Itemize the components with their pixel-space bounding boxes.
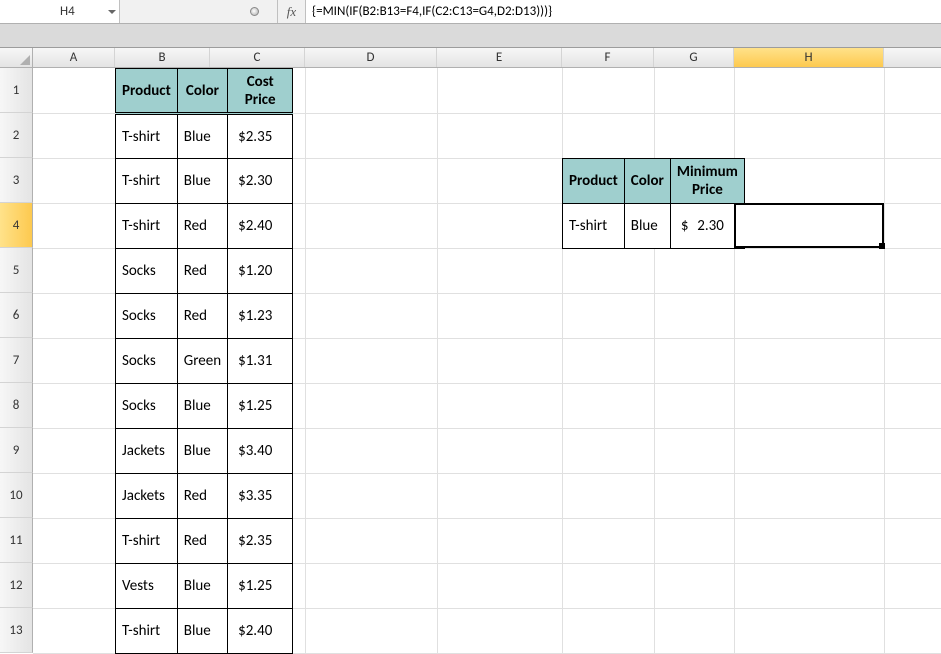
formula-text: {=MIN(IF(B2:B13=F4,IF(C2:C13=G4,D2:D13))…: [312, 4, 552, 19]
row-header-7[interactable]: 7: [0, 338, 33, 383]
main-table-header-row: Product Color Cost Price: [116, 69, 293, 114]
cell-price[interactable]: $3.35: [228, 474, 293, 519]
cell-price[interactable]: $1.25: [228, 384, 293, 429]
ribbon-collapsed-gap: [0, 24, 941, 48]
cell-price[interactable]: $3.40: [228, 429, 293, 474]
record-macro-icon[interactable]: [250, 7, 259, 16]
cell-product[interactable]: Jackets: [116, 474, 178, 519]
main-header-product[interactable]: Product: [116, 69, 178, 114]
cell-product[interactable]: T-shirt: [116, 609, 178, 654]
cell-product[interactable]: Vests: [116, 564, 178, 609]
cell-price[interactable]: $2.40: [228, 609, 293, 654]
col-header-d[interactable]: D: [305, 48, 437, 67]
table-row: T-shirt Blue $2.30: [116, 159, 293, 204]
main-table: Product Color Cost Price T-shirt Blue $2…: [115, 68, 293, 654]
cell-price[interactable]: $1.23: [228, 294, 293, 339]
table-row: Vests Blue $1.25: [116, 564, 293, 609]
main-header-cost[interactable]: Cost Price: [228, 69, 293, 114]
row-header-8[interactable]: 8: [0, 383, 33, 428]
row-header-4[interactable]: 4: [0, 203, 33, 248]
select-all-button[interactable]: [0, 48, 33, 68]
row-header-9[interactable]: 9: [0, 428, 33, 473]
col-header-a[interactable]: A: [33, 48, 115, 67]
cell-product[interactable]: Socks: [116, 384, 178, 429]
col-header-b[interactable]: B: [115, 48, 210, 67]
formula-input[interactable]: {=MIN(IF(B2:B13=F4,IF(C2:C13=G4,D2:D13))…: [306, 0, 941, 23]
cell-product[interactable]: T-shirt: [563, 204, 625, 249]
row-header-10[interactable]: 10: [0, 473, 33, 518]
cell-color[interactable]: Blue: [177, 159, 227, 204]
cell-color[interactable]: Red: [177, 249, 227, 294]
table-row: Socks Green $1.31: [116, 339, 293, 384]
cell-product[interactable]: Jackets: [116, 429, 178, 474]
col-header-g[interactable]: G: [654, 48, 734, 67]
fx-icon: fx: [287, 4, 296, 20]
cell-price[interactable]: $1.20: [228, 249, 293, 294]
lookup-header-product[interactable]: Product: [563, 159, 625, 204]
cell-product[interactable]: T-shirt: [116, 519, 178, 564]
cell-color[interactable]: Blue: [177, 114, 227, 159]
table-row: T-shirt Blue $2.30: [563, 204, 745, 249]
cell-product[interactable]: T-shirt: [116, 114, 178, 159]
cell-color[interactable]: Red: [177, 294, 227, 339]
col-header-h[interactable]: H: [734, 48, 884, 67]
cell-price[interactable]: $2.30: [228, 159, 293, 204]
cell-color[interactable]: Blue: [177, 564, 227, 609]
cell-product[interactable]: Socks: [116, 294, 178, 339]
row-header-2[interactable]: 2: [0, 113, 33, 158]
lookup-table: Product Color Minimum Price T-shirt Blue…: [562, 158, 745, 249]
column-headers: A B C D E F G H: [0, 48, 941, 68]
cell-product[interactable]: Socks: [116, 249, 178, 294]
active-cell-outline: [734, 203, 884, 248]
row-header-6[interactable]: 6: [0, 293, 33, 338]
row-header-5[interactable]: 5: [0, 248, 33, 293]
table-row: T-shirt Blue $2.35: [116, 114, 293, 159]
table-row: Jackets Blue $3.40: [116, 429, 293, 474]
lookup-table-header-row: Product Color Minimum Price: [563, 159, 745, 204]
cell-price[interactable]: $2.40: [228, 204, 293, 249]
cell-min-price[interactable]: $2.30: [670, 204, 744, 249]
table-row: Socks Blue $1.25: [116, 384, 293, 429]
col-header-f[interactable]: F: [562, 48, 654, 67]
lookup-header-min-price[interactable]: Minimum Price: [670, 159, 744, 204]
row-headers: 1 2 3 4 5 6 7 8 9 10 11 12 13: [0, 68, 33, 653]
cell-color[interactable]: Red: [177, 204, 227, 249]
cell-color[interactable]: Blue: [624, 204, 670, 249]
chevron-down-icon[interactable]: [108, 10, 116, 14]
table-row: Jackets Red $3.35: [116, 474, 293, 519]
cell-color[interactable]: Green: [177, 339, 227, 384]
formula-bar-row: H4 fx {=MIN(IF(B2:B13=F4,IF(C2:C13=G4,D2…: [0, 0, 941, 24]
row-header-11[interactable]: 11: [0, 518, 33, 563]
cell-color[interactable]: Red: [177, 519, 227, 564]
row-header-12[interactable]: 12: [0, 563, 33, 608]
spreadsheet-grid: A B C D E F G H 1 2 3 4 5 6 7 8 9 10 11 …: [0, 48, 941, 68]
table-row: Socks Red $1.20: [116, 249, 293, 294]
col-header-e[interactable]: E: [437, 48, 562, 67]
col-header-c[interactable]: C: [210, 48, 305, 67]
table-row: T-shirt Blue $2.40: [116, 609, 293, 654]
cell-price[interactable]: $1.25: [228, 564, 293, 609]
cell-color[interactable]: Blue: [177, 609, 227, 654]
row-header-13[interactable]: 13: [0, 608, 33, 653]
formula-bar-spacer: [120, 0, 278, 23]
lookup-header-color[interactable]: Color: [624, 159, 670, 204]
cell-product[interactable]: T-shirt: [116, 159, 178, 204]
row-header-1[interactable]: 1: [0, 68, 33, 113]
name-box-wrap[interactable]: H4: [0, 0, 120, 23]
cell-product[interactable]: T-shirt: [116, 204, 178, 249]
insert-function-button[interactable]: fx: [278, 0, 306, 23]
table-row: Socks Red $1.23: [116, 294, 293, 339]
table-row: T-shirt Red $2.35: [116, 519, 293, 564]
cell-price[interactable]: $1.31: [228, 339, 293, 384]
cell-color[interactable]: Red: [177, 474, 227, 519]
row-header-3[interactable]: 3: [0, 158, 33, 203]
table-row: T-shirt Red $2.40: [116, 204, 293, 249]
cell-product[interactable]: Socks: [116, 339, 178, 384]
cell-price[interactable]: $2.35: [228, 114, 293, 159]
cell-price[interactable]: $2.35: [228, 519, 293, 564]
main-header-color[interactable]: Color: [177, 69, 227, 114]
cell-color[interactable]: Blue: [177, 384, 227, 429]
cell-color[interactable]: Blue: [177, 429, 227, 474]
